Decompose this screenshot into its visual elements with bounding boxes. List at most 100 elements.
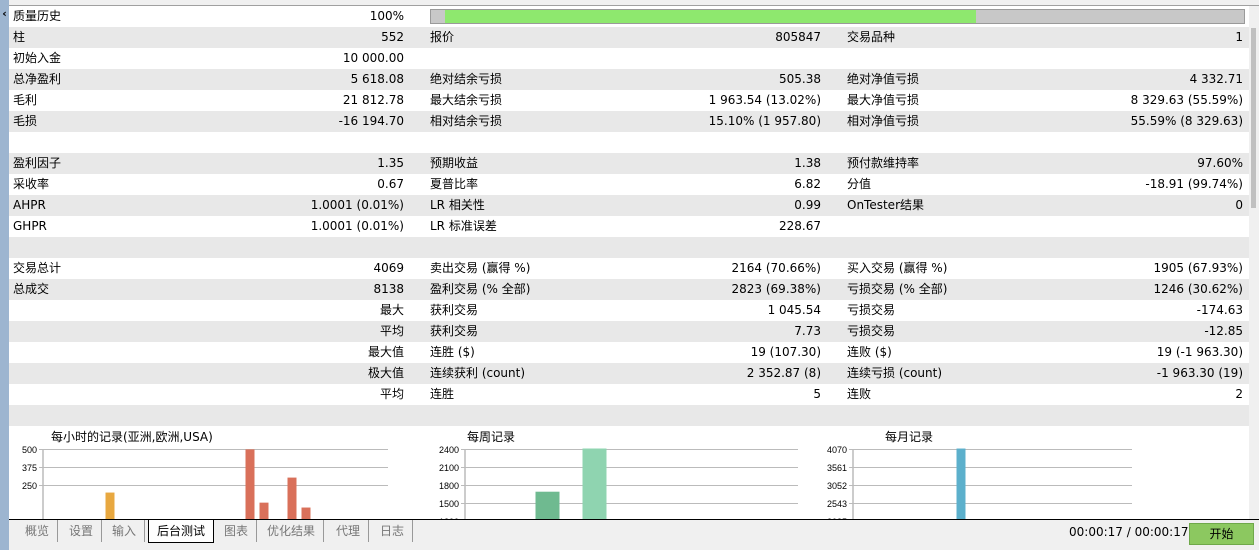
row-label: 夏普比率 <box>430 177 479 191</box>
row-label: 亏损交易 <box>847 303 896 317</box>
row-label: 预付款维持率 <box>847 156 920 170</box>
row-label: LR 相关性 <box>430 198 485 212</box>
row-value: 2 <box>1235 387 1243 401</box>
row-label: 盈利交易 (% 全部) <box>430 282 531 296</box>
row-value: 8138 <box>373 282 404 296</box>
report-row: 毛利 21 812.78 最大结余亏损 1 963.54 (13.02%) 最大净值亏损… <box>9 90 1249 111</box>
row-label: 预期收益 <box>430 156 479 170</box>
row-value: 最大值 <box>367 345 404 359</box>
row-label: 初始入金 <box>13 51 62 65</box>
y-tick-label: 3561 <box>827 463 847 473</box>
tab-7[interactable]: 日志 <box>372 520 414 542</box>
side-panel-strip[interactable]: ‹ <box>0 0 9 550</box>
row-value: 21 812.78 <box>342 93 404 107</box>
row-label: 连续获利 (count) <box>430 366 526 380</box>
tab-1[interactable]: 设置 <box>61 520 103 542</box>
collapse-arrow-icon[interactable]: ‹ <box>0 8 9 20</box>
tab-0[interactable]: 概览 <box>17 520 59 542</box>
row-value: 1 963.54 (13.02%) <box>708 93 821 107</box>
tab-4[interactable]: 图表 <box>216 520 258 542</box>
row-label: 总成交 <box>13 282 50 296</box>
row-label: 卖出交易 (赢得 %) <box>430 261 531 275</box>
row-value: 1.35 <box>377 156 404 170</box>
row-value: -1 963.30 (19) <box>1156 366 1243 380</box>
row-label: 柱 <box>13 30 26 44</box>
row-value: 1905 (67.93%) <box>1153 261 1243 275</box>
row-value: 1.0001 (0.01%) <box>310 198 404 212</box>
row-value: 7.73 <box>794 324 821 338</box>
quality-progress-fill <box>445 10 976 23</box>
row-value: 2164 (70.66%) <box>731 261 821 275</box>
report-row: 平均 连胜 5 连败 2 <box>9 384 1249 405</box>
y-tick-label: 2100 <box>439 463 459 473</box>
report-row: AHPR 1.0001 (0.01%) LR 相关性 0.99 OnTester结果 0 <box>9 195 1249 216</box>
row-value: -174.63 <box>1196 303 1243 317</box>
row-label: LR 标准误差 <box>430 219 497 233</box>
row-value: 1.0001 (0.01%) <box>310 219 404 233</box>
row-value: -12.85 <box>1204 324 1243 338</box>
report-row: 柱 552 报价 805847 交易品种 1 <box>9 27 1249 48</box>
row-value: 97.60% <box>1197 156 1243 170</box>
row-value: 552 <box>381 30 404 44</box>
report-row: 极大值 连续获利 (count) 2 352.87 (8) 连续亏损 (count) -… <box>9 363 1249 384</box>
quality-progress-bar <box>430 9 1245 24</box>
y-tick-label: 3052 <box>827 481 847 491</box>
row-label: 交易品种 <box>847 30 896 44</box>
chart-bar <box>956 448 966 519</box>
row-value: 1 045.54 <box>767 303 821 317</box>
report-row: 毛损 -16 194.70 相对结余亏损 15.10% (1 957.80) 相对净值亏… <box>9 111 1249 132</box>
row-value: 19 (-1 963.30) <box>1156 345 1243 359</box>
row-value: 100% <box>369 9 404 23</box>
row-value: 10 000.00 <box>342 51 404 65</box>
y-tick-label: 2400 <box>439 445 459 455</box>
row-label: 分值 <box>847 177 872 191</box>
tab-2[interactable]: 输入 <box>104 520 146 542</box>
row-label: 连胜 <box>430 387 455 401</box>
chart-bar <box>535 491 560 519</box>
row-value: 2 352.87 (8) <box>746 366 821 380</box>
row-value: 平均 <box>379 387 404 401</box>
row-label: 毛利 <box>13 93 38 107</box>
row-value: 1 <box>1235 30 1243 44</box>
row-value: -16 194.70 <box>338 114 404 128</box>
scrollbar-thumb[interactable] <box>1251 28 1256 208</box>
start-button[interactable]: 开始 <box>1189 523 1254 545</box>
chart-bar <box>287 477 297 519</box>
y-tick-label: 4070 <box>827 445 847 455</box>
report-row: 总成交 8138 盈利交易 (% 全部) 2823 (69.38%) 亏损交易 (% 全… <box>9 279 1249 300</box>
row-label: 获利交易 <box>430 303 479 317</box>
y-tick-label: 2543 <box>827 499 847 509</box>
row-value: 805847 <box>775 30 821 44</box>
row-value: 4 332.71 <box>1189 72 1243 86</box>
row-label: 绝对结余亏损 <box>430 72 503 86</box>
row-value: 505.38 <box>779 72 821 86</box>
row-label: 盈利因子 <box>13 156 62 170</box>
row-label: 亏损交易 (% 全部) <box>847 282 948 296</box>
row-label: 亏损交易 <box>847 324 896 338</box>
report-row <box>9 237 1249 258</box>
tab-3[interactable]: 后台测试 <box>148 520 215 543</box>
tab-5[interactable]: 优化结果 <box>259 520 325 542</box>
row-value: 5 <box>813 387 821 401</box>
tab-6[interactable]: 代理 <box>328 520 370 542</box>
row-label: 连败 <box>847 387 872 401</box>
row-value: 平均 <box>379 324 404 338</box>
row-label: 交易总计 <box>13 261 62 275</box>
row-label: 连胜 ($) <box>430 345 475 359</box>
vertical-scrollbar[interactable] <box>1249 6 1259 519</box>
tab-bar: 概览 设置 输入 后台测试 图表 优化结果 代理 日志 00:00:17 / 00:00:17… <box>9 519 1259 550</box>
row-label: 买入交易 (赢得 %) <box>847 261 948 275</box>
chart-title: 每小时的记录(亚洲,欧洲,USA) <box>51 430 213 444</box>
report-row: 采收率 0.67 夏普比率 6.82 分值 -18.91 (99.74%) <box>9 174 1249 195</box>
row-label: 相对结余亏损 <box>430 114 503 128</box>
report-row: 最大 获利交易 1 045.54 亏损交易 -174.63 <box>9 300 1249 321</box>
row-value: 8 329.63 (55.59%) <box>1130 93 1243 107</box>
report-row: 最大值 连胜 ($) 19 (107.30) 连败 ($) 19 (-1 963.30) <box>9 342 1249 363</box>
row-value: 1.38 <box>794 156 821 170</box>
report-row: 盈利因子 1.35 预期收益 1.38 预付款维持率 97.60% <box>9 153 1249 174</box>
row-label: AHPR <box>13 198 46 212</box>
elapsed-timer: 00:00:17 / 00:00:17 <box>1069 525 1189 539</box>
row-value: 6.82 <box>794 177 821 191</box>
row-value: 0 <box>1235 198 1243 212</box>
row-label: 连续亏损 (count) <box>847 366 943 380</box>
